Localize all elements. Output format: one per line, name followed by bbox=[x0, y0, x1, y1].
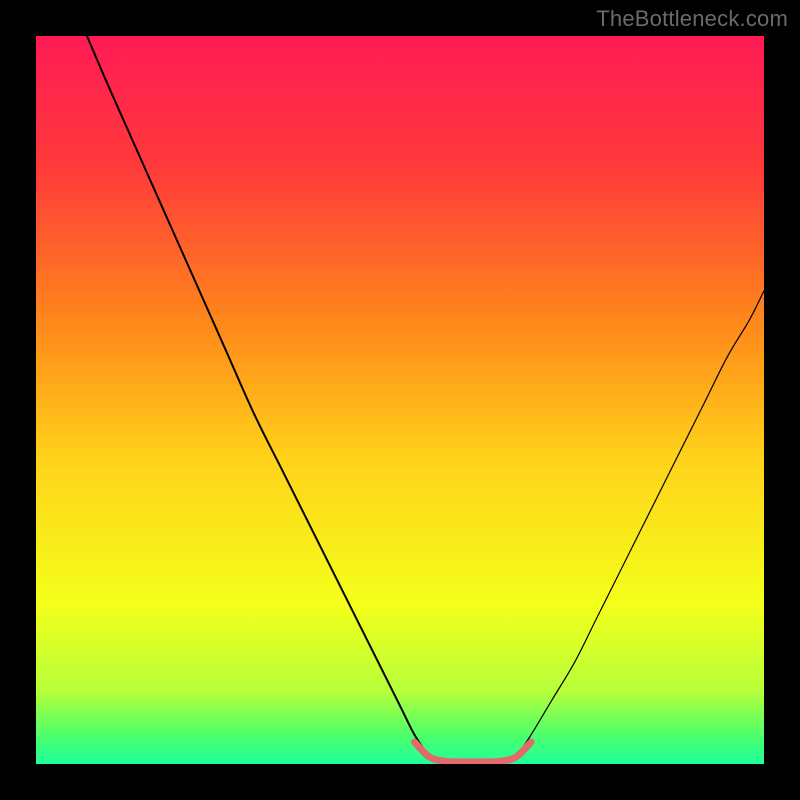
watermark-text: TheBottleneck.com bbox=[596, 6, 788, 32]
series-bottleneck-curve-right bbox=[516, 291, 764, 757]
series-optimal-band bbox=[415, 742, 531, 762]
plot-area bbox=[36, 36, 764, 764]
series-bottleneck-curve-left bbox=[87, 36, 429, 757]
chart-frame: TheBottleneck.com bbox=[0, 0, 800, 800]
curve-layer bbox=[36, 36, 764, 764]
